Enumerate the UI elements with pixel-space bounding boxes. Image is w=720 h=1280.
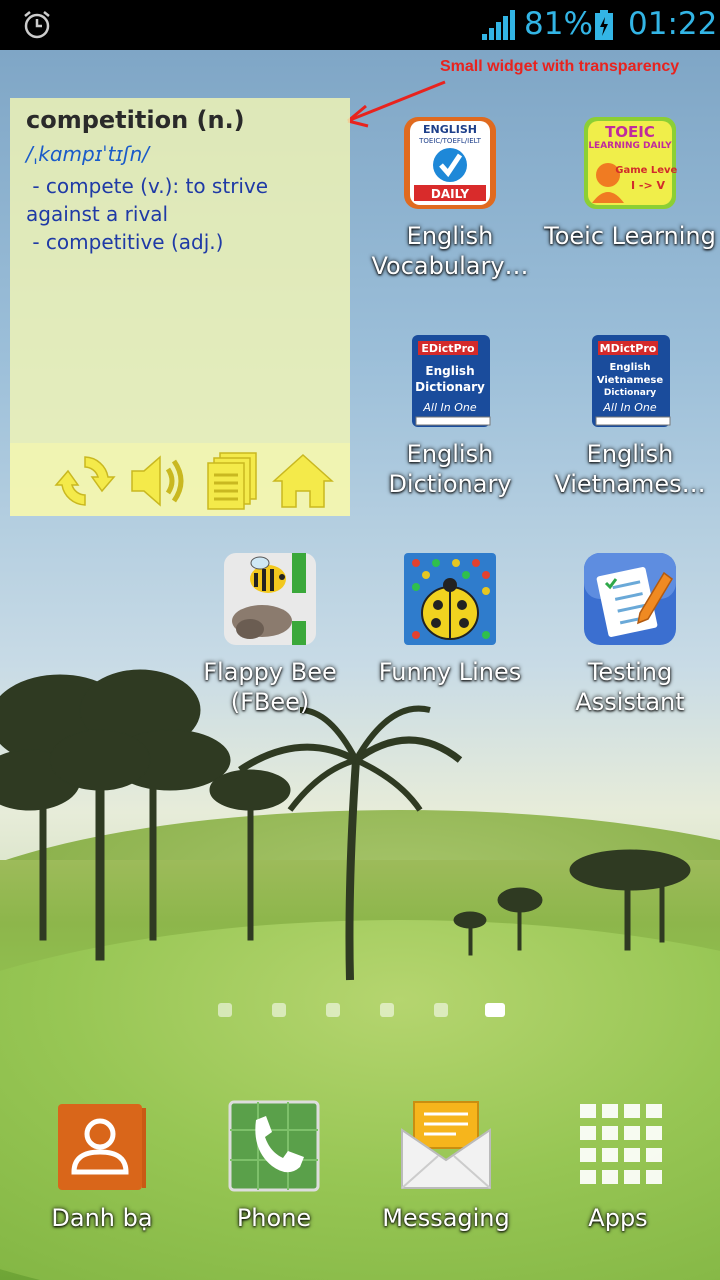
svg-text:Game Level: Game Level bbox=[615, 165, 678, 176]
status-bar: 81% 01:22 bbox=[0, 0, 720, 50]
edictpro-english-dictionary-icon: EDictPro English Dictionary All In One bbox=[412, 335, 491, 427]
app-label: Funny Lines bbox=[378, 658, 522, 686]
app-label: English Vocabulary… bbox=[371, 222, 529, 280]
toeic-learning-daily-icon: TOEIC LEARNING DAILY Game Level I -> V bbox=[584, 117, 678, 209]
svg-text:ENGLISH: ENGLISH bbox=[423, 123, 477, 136]
app-label: Toeic Learning bbox=[544, 222, 716, 250]
svg-text:English: English bbox=[609, 362, 650, 373]
english-vocabulary-daily-icon: ENGLISH TOEIC/TOEFL/IELT DAILY bbox=[404, 117, 496, 209]
page-dot[interactable] bbox=[272, 1003, 286, 1017]
clock: 01:22 bbox=[628, 6, 718, 42]
dock-label: Danh bạ bbox=[51, 1204, 153, 1232]
battery-percent: 81% bbox=[524, 6, 593, 42]
dock-label: Phone bbox=[236, 1204, 312, 1232]
annotation-text: Small widget with transparency bbox=[440, 58, 680, 75]
svg-text:LEARNING DAILY: LEARNING DAILY bbox=[588, 141, 672, 151]
svg-text:Dictionary: Dictionary bbox=[415, 380, 485, 394]
page-dot[interactable] bbox=[218, 1003, 232, 1017]
svg-text:TOEIC: TOEIC bbox=[605, 123, 655, 141]
svg-text:DAILY: DAILY bbox=[431, 187, 469, 201]
phone-icon bbox=[228, 1100, 320, 1192]
page-dot[interactable] bbox=[434, 1003, 448, 1017]
svg-text:MDictPro: MDictPro bbox=[600, 342, 657, 355]
refresh-icon[interactable] bbox=[54, 451, 116, 511]
signal-icon bbox=[482, 10, 515, 40]
widget-phonetic: /ˌkɑmpɪˈtɪʃn/ bbox=[26, 142, 150, 166]
contacts-icon bbox=[58, 1104, 146, 1190]
list-icon[interactable] bbox=[204, 451, 266, 511]
widget-word: competition (n.) bbox=[26, 106, 245, 134]
testing-assistant-icon bbox=[584, 553, 676, 645]
funny-lines-icon bbox=[404, 553, 496, 645]
svg-text:EDictPro: EDictPro bbox=[421, 342, 475, 355]
flappy-bee-icon bbox=[224, 553, 316, 645]
svg-text:I -> V: I -> V bbox=[631, 179, 666, 192]
widget-definition: - compete (v.): to strive against a riva… bbox=[26, 174, 269, 254]
mdictpro-english-vietnamese-icon: MDictPro English Vietnamese Dictionary A… bbox=[592, 335, 671, 427]
svg-text:All In One: All In One bbox=[602, 401, 656, 414]
widget-content[interactable]: competition (n.) /ˌkɑmpɪˈtɪʃn/ - compete… bbox=[10, 98, 350, 443]
apps-grid-icon bbox=[580, 1104, 662, 1184]
svg-text:Dictionary: Dictionary bbox=[604, 388, 656, 398]
page-dot[interactable] bbox=[380, 1003, 394, 1017]
dock-label: Messaging bbox=[382, 1204, 510, 1232]
app-label: Flappy Bee (FBee) bbox=[203, 658, 337, 716]
widget-toolbar bbox=[10, 443, 350, 516]
app-label: English Vietnames… bbox=[554, 440, 706, 498]
svg-text:Vietnamese: Vietnamese bbox=[597, 375, 664, 386]
svg-text:TOEIC/TOEFL/IELT: TOEIC/TOEFL/IELT bbox=[418, 137, 481, 145]
page-dot[interactable] bbox=[326, 1003, 340, 1017]
messaging-icon bbox=[401, 1101, 491, 1189]
page-dot-active[interactable] bbox=[485, 1003, 505, 1017]
svg-text:English: English bbox=[425, 364, 474, 378]
dictionary-widget[interactable]: competition (n.) /ˌkɑmpɪˈtɪʃn/ - compete… bbox=[10, 98, 350, 516]
speaker-icon[interactable] bbox=[128, 451, 190, 511]
alarm-icon bbox=[24, 11, 50, 39]
home-icon[interactable] bbox=[272, 451, 334, 511]
svg-text:All In One: All In One bbox=[422, 401, 476, 414]
battery-charging-icon bbox=[595, 10, 613, 40]
dock-label: Apps bbox=[588, 1204, 648, 1232]
app-label: Testing Assistant bbox=[575, 658, 685, 716]
app-label: English Dictionary bbox=[388, 440, 512, 498]
